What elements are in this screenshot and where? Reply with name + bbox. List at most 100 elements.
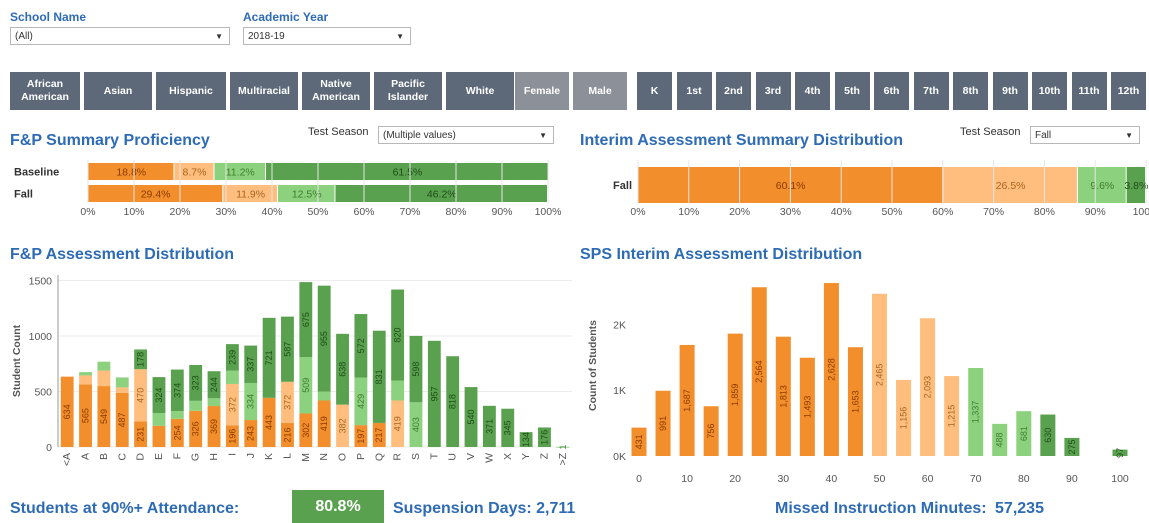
bar-label: 334 [246,394,256,409]
grade-button-12th[interactable]: 12th [1111,72,1146,110]
ethnicity-button-native-american[interactable]: Native American [302,72,370,110]
x-tick-label: N [318,453,330,461]
year-filter-label: Academic Year [243,10,329,24]
ethnicity-button-white[interactable]: White [446,72,514,110]
x-tick-label: Q [373,453,385,461]
x-tick-label: P [355,453,367,460]
bar-label: 244 [209,377,219,392]
x-tick-label: B [98,453,110,460]
school-select[interactable]: (All) ▼ [10,27,230,45]
bar-segment-r [391,380,405,401]
segment-label: 46.2% [427,189,457,201]
x-tick-label: T [428,452,440,459]
x-tick-label: 80% [445,206,466,218]
ethnicity-button-african-american[interactable]: African American [10,72,80,110]
bar-label: 243 [246,426,256,441]
x-tick-label: 50 [874,473,886,485]
gender-button-female[interactable]: Female [515,72,569,110]
fp-dist-chart: Student Count 0 500 1000 1500 634 <A 565 A 549 B 48… [11,275,572,466]
bar-label: 818 [448,394,458,409]
year-select[interactable]: 2018-19 ▼ [243,27,411,45]
interim-season-select[interactable]: Fall ▼ [1030,126,1140,144]
bar-label: 831 [374,369,384,384]
grade-button-9th[interactable]: 9th [992,72,1028,110]
fp-season-select[interactable]: (Multiple values) ▼ [378,126,554,144]
bar-label: 1,337 [971,401,981,424]
chevron-down-icon: ▼ [1125,131,1133,140]
bar-segment-h [207,398,221,407]
bar-segment-b [97,370,111,387]
bar-label: 2,564 [754,360,764,383]
bar-label: 302 [301,423,311,438]
bar-label: 957 [429,386,439,401]
x-tick-label: 50% [307,206,328,218]
bar-label: 431 [634,434,644,449]
x-tick-label: E [153,453,165,460]
row-label-fall: Fall [613,180,632,192]
bar-segment-n [317,391,331,401]
segment-label: 3.8% [1124,180,1148,192]
grade-button-7th[interactable]: 7th [913,72,949,110]
attendance-label: Students at 90%+ Attendance: [10,500,240,517]
x-tick-label: C [116,453,128,461]
segment-label: 18.8% [116,167,146,179]
sps-dist-title: SPS Interim Assessment Distribution [580,246,863,263]
x-tick-label: 70% [983,206,1004,218]
x-tick-label: 0% [630,206,645,218]
fp-season-label: Test Season [308,126,369,138]
x-tick-label: L [281,453,293,459]
grade-button-10th[interactable]: 10th [1032,72,1067,110]
grade-button-k[interactable]: K [637,72,672,110]
grade-button-8th[interactable]: 8th [953,72,988,110]
bar-label: 217 [374,427,384,442]
grade-button-4th[interactable]: 4th [795,72,830,110]
grade-button-3rd[interactable]: 3rd [755,72,791,110]
segment-label: 9.6% [1090,180,1114,192]
bar-segment-b [97,361,111,371]
y-axis-title: Student Count [11,324,23,397]
fp-summary-chart: Baseline 18.8% 8.7% 11.2% 61.5% Fall 29.4% 11.9… [14,160,562,218]
bar-label: 549 [99,409,109,424]
bar-label: 326 [191,421,201,436]
x-tick-label: 20% [729,206,750,218]
bar-label: 178 [136,352,146,367]
bar-label: 443 [264,415,274,430]
bar-label: 638 [338,362,348,377]
x-tick-label: U [447,453,459,461]
bar-label: 419 [393,416,403,431]
segment-label: 11.2% [226,167,255,179]
ethnicity-button-asian[interactable]: Asian [84,72,152,110]
grade-button-11th[interactable]: 11th [1071,72,1107,110]
x-tick-label: K [263,453,275,460]
x-tick-label: O [337,453,349,461]
x-tick-label: 60% [353,206,374,218]
x-tick-label: 100% [535,206,562,218]
ethnicity-button-pacific-islander[interactable]: Pacific Islander [374,72,442,110]
grade-button-1st[interactable]: 1st [676,72,712,110]
bar-label: 756 [706,424,716,439]
bar-segment-g [189,400,203,411]
gender-button-male[interactable]: Male [573,72,627,110]
y-tick-label: 1K [613,385,626,397]
ethnicity-button-multiracial[interactable]: Multiracial [230,72,298,110]
grade-button-5th[interactable]: 5th [834,72,870,110]
bar-segment-e [152,425,166,447]
grade-button-2nd[interactable]: 2nd [716,72,751,110]
bar-label: 403 [411,417,421,432]
bar-label: 630 [1043,428,1053,443]
bar-label: 197 [356,429,366,444]
bar-label: 176 [539,430,549,445]
x-tick-label: 10% [123,206,144,218]
y-tick-label: 500 [34,387,52,399]
bar-segment-i [225,370,239,384]
x-tick-label: M [300,453,312,462]
ethnicity-button-hispanic[interactable]: Hispanic [156,72,226,110]
bar-label: 675 [301,312,311,327]
x-tick-label: 90 [1066,473,1078,485]
x-tick-label: 40 [826,473,838,485]
grade-button-6th[interactable]: 6th [874,72,909,110]
bar-label: 487 [117,412,127,427]
attendance-value: 80.8% [292,490,384,523]
x-tick-label: J [245,453,257,458]
suspension-label-text: Suspension Days: [393,500,532,517]
